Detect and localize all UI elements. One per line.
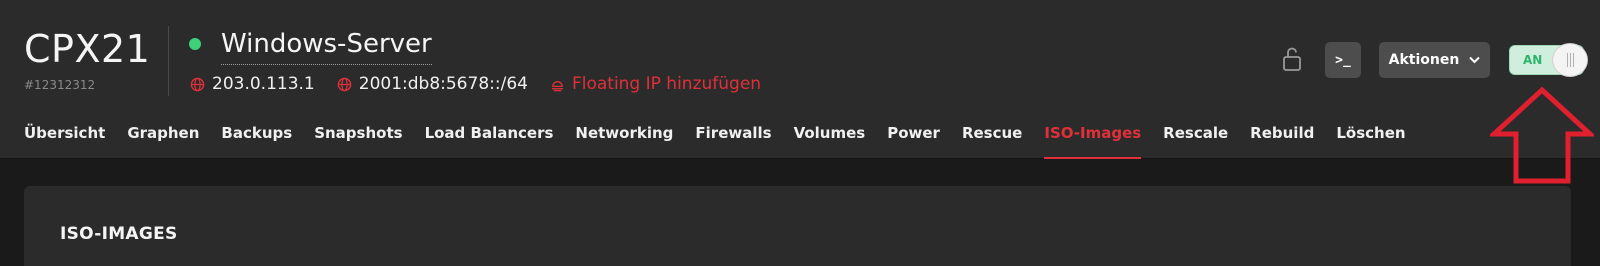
server-name[interactable]: Windows-Server xyxy=(221,26,432,65)
tab-load-balancers[interactable]: Load Balancers xyxy=(425,122,554,159)
power-toggle[interactable]: AN xyxy=(1509,43,1588,77)
actions-dropdown[interactable]: Aktionen xyxy=(1379,42,1490,78)
add-floating-ip-link[interactable]: Floating IP hinzufügen xyxy=(550,74,761,94)
tab-power[interactable]: Power xyxy=(887,122,940,159)
tab-rebuild[interactable]: Rebuild xyxy=(1250,122,1314,159)
tab-rescue[interactable]: Rescue xyxy=(962,122,1022,159)
ipv6-address: 2001:db8:5678::/64 xyxy=(358,74,528,94)
tab-iso-images[interactable]: ISO-Images xyxy=(1044,122,1142,159)
ipv4-item[interactable]: 203.0.113.1 xyxy=(190,74,315,94)
power-toggle-label: AN xyxy=(1523,53,1543,67)
floating-ip-icon xyxy=(551,80,564,91)
floating-ip-label: Floating IP hinzufügen xyxy=(571,74,762,94)
lock-icon[interactable] xyxy=(1282,46,1302,72)
annotation-arrow-up-icon xyxy=(1490,87,1594,184)
server-id: #12312312 xyxy=(24,78,96,92)
tab-volumes[interactable]: Volumes xyxy=(794,122,866,159)
globe-icon xyxy=(190,77,205,91)
tab-rescale[interactable]: Rescale xyxy=(1163,122,1228,159)
status-indicator xyxy=(189,38,201,50)
globe-icon xyxy=(337,77,352,91)
tab-bar: Übersicht Graphen Backups Snapshots Load… xyxy=(24,122,1428,159)
ipv4-address: 203.0.113.1 xyxy=(212,74,315,94)
console-icon: >_ xyxy=(1335,52,1351,68)
iso-images-card: ISO-IMAGES xyxy=(24,186,1571,266)
tab-loeschen[interactable]: Löschen xyxy=(1336,122,1405,159)
tab-uebersicht[interactable]: Übersicht xyxy=(24,122,105,159)
actions-label: Aktionen xyxy=(1388,52,1460,68)
chevron-down-icon xyxy=(1469,56,1481,64)
tab-snapshots[interactable]: Snapshots xyxy=(314,122,402,159)
tab-networking[interactable]: Networking xyxy=(575,122,673,159)
server-header: CPX21 #12312312 Windows-Server 203.0.113… xyxy=(0,0,1600,159)
ipv6-item[interactable]: 2001:db8:5678::/64 xyxy=(337,74,528,94)
tab-firewalls[interactable]: Firewalls xyxy=(695,122,771,159)
toggle-knob[interactable] xyxy=(1552,43,1588,77)
tab-backups[interactable]: Backups xyxy=(221,122,292,159)
console-button[interactable]: >_ xyxy=(1325,42,1361,78)
ip-row: 203.0.113.1 2001:db8:5678::/64 Floating … xyxy=(190,74,783,94)
server-type: CPX21 xyxy=(24,27,151,71)
header-divider xyxy=(168,26,169,96)
section-title: ISO-IMAGES xyxy=(60,224,178,244)
tab-graphen[interactable]: Graphen xyxy=(127,122,199,159)
